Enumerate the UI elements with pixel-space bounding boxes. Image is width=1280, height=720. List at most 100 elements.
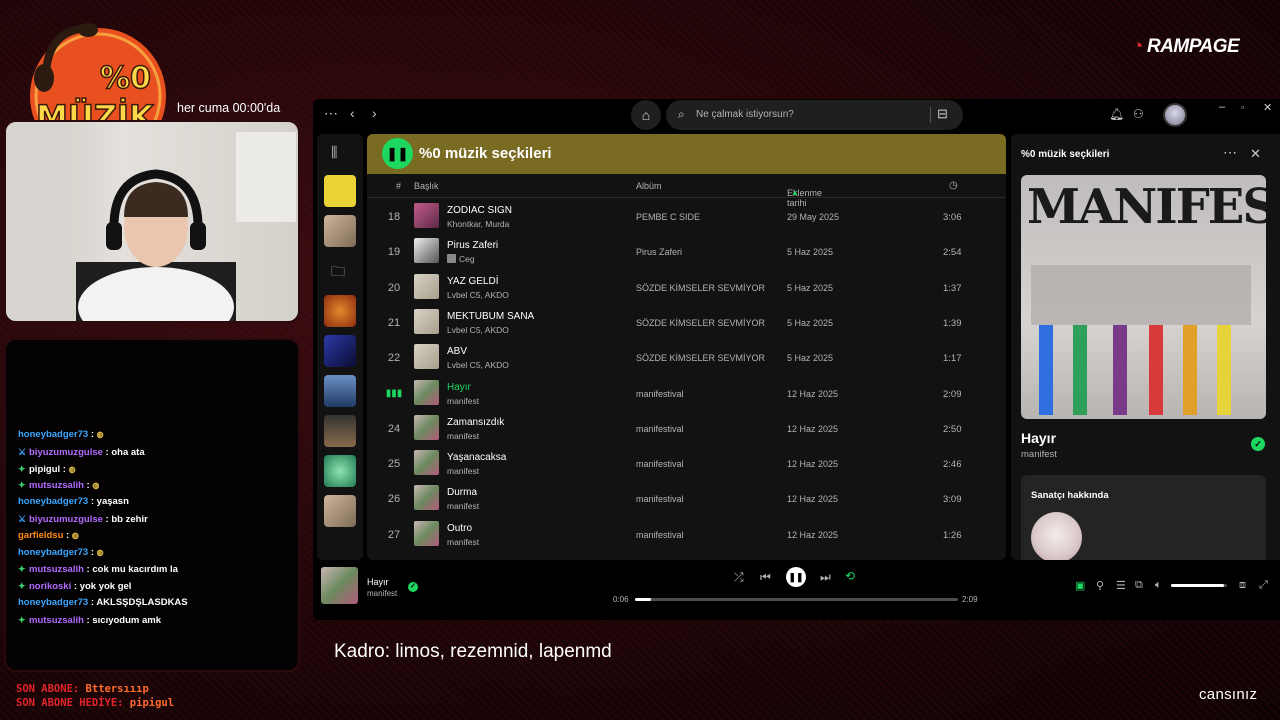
chat-username[interactable]: mutsuzsalih [29, 564, 84, 575]
track-row[interactable]: 24 Zamansızdık manifest manifestival 12 Haz … [367, 410, 1006, 445]
avatar[interactable] [1163, 103, 1187, 127]
next-icon[interactable]: ⏭︎ [820, 570, 831, 585]
search-bar[interactable]: ⌕ Ne çalmak istiyorsun? ⊟ [666, 100, 963, 130]
close-icon[interactable]: ✕ [1250, 146, 1261, 162]
progress-bar[interactable] [635, 598, 958, 601]
now-playing-view-icon[interactable]: ▣ [1075, 579, 1085, 592]
previous-icon[interactable]: ⏮︎ [760, 570, 771, 585]
track-title[interactable]: ABV [447, 346, 467, 357]
track-artist-text[interactable]: manifest [447, 466, 479, 476]
chat-username[interactable]: garfieldsu [18, 530, 63, 541]
search-input[interactable]: Ne çalmak istiyorsun? [696, 109, 794, 120]
forward-arrow-icon[interactable]: › [372, 105, 377, 121]
track-album[interactable]: manifestival [636, 389, 684, 399]
track-artist-text[interactable]: Lvbel C5, AKDO [447, 360, 509, 370]
track-row[interactable]: 27 Outro manifest manifestival 12 Haz 2025 1:… [367, 516, 1006, 551]
track-album[interactable]: manifestival [636, 530, 684, 540]
track-artist[interactable]: manifest [447, 396, 479, 406]
about-artist-card[interactable]: Sanatçı hakkında [1021, 475, 1266, 560]
track-title[interactable]: Durma [447, 487, 477, 498]
track-artist-text[interactable]: manifest [447, 431, 479, 441]
folder-icon[interactable]: 🗀 [331, 261, 345, 285]
chat-username[interactable]: pipigul [29, 464, 60, 475]
player-pause-button[interactable]: ❚❚ [786, 567, 806, 587]
track-artist-text[interactable]: Lvbel C5, AKDO [447, 290, 509, 300]
chat-username[interactable]: biyuzumuzgulse [29, 514, 103, 525]
bell-icon[interactable]: 🔔︎ [1109, 107, 1124, 121]
shuffle-icon[interactable]: ⤮ [734, 570, 744, 585]
track-album[interactable]: manifestival [636, 459, 684, 469]
track-artist[interactable]: Lvbel C5, AKDO [447, 325, 509, 335]
now-playing-artist[interactable]: manifest [367, 589, 397, 598]
track-row[interactable]: 20 YAZ GELDİ Lvbel C5, AKDO SÖZDE KİMSELER … [367, 269, 1006, 304]
volume-slider[interactable] [1171, 584, 1227, 587]
chat-username[interactable]: honeybadger73 [18, 597, 88, 608]
friends-icon[interactable]: ⚇ [1133, 107, 1144, 121]
col-number[interactable]: # [396, 181, 401, 191]
chat-username[interactable]: norikoski [29, 581, 71, 592]
track-album[interactable]: manifestival [636, 494, 684, 504]
minimize-icon[interactable]: ‒ [1219, 101, 1225, 113]
library-item-thumb[interactable] [324, 415, 356, 447]
chat-username[interactable]: mutsuzsalih [29, 480, 84, 491]
chat-username[interactable]: honeybadger73 [18, 547, 88, 558]
track-title[interactable]: Pirus Zaferi [447, 240, 498, 251]
library-item-thumb[interactable] [324, 375, 356, 407]
maximize-icon[interactable]: ▫ [1241, 102, 1244, 112]
track-title[interactable]: MEKTUBUM SANA [447, 311, 534, 322]
chat-username[interactable]: mutsuzsalih [29, 615, 84, 626]
track-row[interactable]: 26 Durma manifest manifestival 12 Haz 2025 3:… [367, 480, 1006, 515]
library-item-thumb[interactable] [324, 215, 356, 247]
repeat-icon[interactable]: ⟲ [845, 569, 855, 583]
track-artist[interactable]: Lvbel C5, AKDO [447, 290, 509, 300]
track-row[interactable]: 25 Yaşanacaksa manifest manifestival 12 Haz … [367, 445, 1006, 480]
track-title[interactable]: YAZ GELDİ [447, 276, 499, 287]
track-title[interactable]: ZODIAC SIGN [447, 205, 512, 216]
col-album[interactable]: Albüm [636, 181, 662, 191]
track-title[interactable]: Yaşanacaksa [447, 452, 506, 463]
track-artist[interactable]: Ceg [447, 254, 475, 264]
chat-username[interactable]: honeybadger73 [18, 429, 88, 440]
miniplayer-icon[interactable]: ⧈ [1239, 579, 1246, 592]
library-item-thumb[interactable] [324, 495, 356, 527]
chat-username[interactable]: biyuzumuzgulse [29, 447, 103, 458]
track-artist[interactable]: manifest [447, 431, 479, 441]
fullscreen-icon[interactable]: ⤢ [1259, 579, 1268, 592]
panel-artist[interactable]: manifest [1021, 449, 1057, 460]
track-title[interactable]: Outro [447, 523, 472, 534]
now-playing-cover[interactable] [321, 567, 358, 604]
back-arrow-icon[interactable]: ‹ [350, 105, 355, 121]
track-row[interactable]: 22 ABV Lvbel C5, AKDO SÖZDE KİMSELER SEVMİY… [367, 339, 1006, 374]
saved-check-icon[interactable]: ✓ [1251, 437, 1265, 451]
close-window-icon[interactable]: ✕ [1263, 101, 1272, 114]
track-artist[interactable]: Khontkar, Murda [447, 219, 509, 229]
library-item-thumb[interactable] [324, 335, 356, 367]
now-playing-saved-icon[interactable]: ✓ [408, 582, 418, 592]
track-row[interactable]: ▮▮▮ Hayır manifest manifestival 12 Haz 2025 2… [367, 375, 1006, 410]
col-title[interactable]: Başlık [414, 181, 439, 191]
track-artist[interactable]: manifest [447, 466, 479, 476]
track-row[interactable]: 19 Pirus Zaferi Ceg Pirus Zaferi 5 Haz 2025 2… [367, 233, 1006, 268]
play-pause-button[interactable]: ❚❚ [382, 138, 413, 169]
track-artist-text[interactable]: manifest [447, 501, 479, 511]
more-options-icon[interactable]: ⋯ [1223, 144, 1237, 161]
chat-username[interactable]: honeybadger73 [18, 496, 88, 507]
track-album[interactable]: SÖZDE KİMSELER SEVMİYOR [636, 318, 765, 328]
library-item-thumb[interactable] [324, 455, 356, 487]
clock-icon[interactable]: ◷ [949, 180, 958, 191]
track-album[interactable]: SÖZDE KİMSELER SEVMİYOR [636, 283, 765, 293]
track-artist-text[interactable]: Khontkar, Murda [447, 219, 509, 229]
track-artist[interactable]: Lvbel C5, AKDO [447, 360, 509, 370]
library-item-thumb[interactable] [324, 175, 356, 207]
home-button[interactable]: ⌂ [631, 100, 661, 130]
browse-icon[interactable]: ⊟ [937, 106, 948, 122]
panel-song-title[interactable]: Hayır [1021, 430, 1056, 446]
track-title[interactable]: Hayır [447, 382, 471, 393]
track-artist-text[interactable]: Ceg [459, 254, 475, 264]
connect-device-icon[interactable]: ⧉ [1135, 579, 1143, 592]
track-album[interactable]: SÖZDE KİMSELER SEVMİYOR [636, 353, 765, 363]
now-playing-title[interactable]: Hayır [367, 577, 389, 587]
track-album[interactable]: Pirus Zaferi [636, 247, 682, 257]
track-artist-text[interactable]: Lvbel C5, AKDO [447, 325, 509, 335]
library-item-thumb[interactable] [324, 295, 356, 327]
